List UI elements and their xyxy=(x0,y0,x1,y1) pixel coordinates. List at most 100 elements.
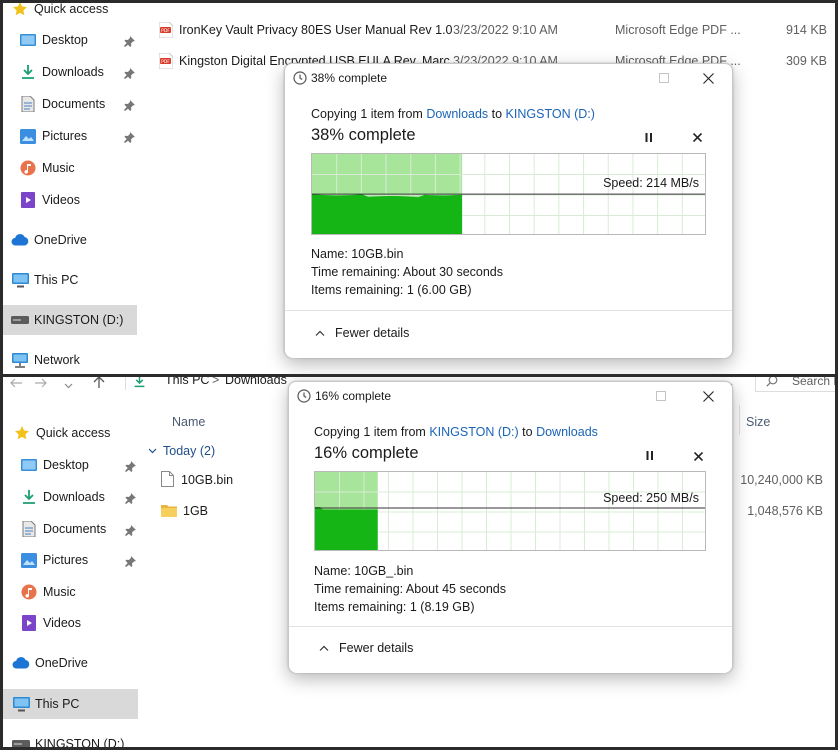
sidebar-item-label: KINGSTON (D:) xyxy=(34,313,124,327)
up-arrow-icon[interactable] xyxy=(93,377,105,391)
breadcrumb-this-pc[interactable]: This PC xyxy=(165,377,209,387)
fewer-details-toggle[interactable]: Fewer details xyxy=(315,326,409,340)
dialog-titlebar[interactable]: 38% complete xyxy=(285,64,732,92)
drive-icon xyxy=(11,311,29,329)
sidebar-item-label: Pictures xyxy=(42,129,88,143)
sidebar-item-label: Desktop xyxy=(43,458,89,472)
sidebar-item-videos[interactable]: Videos xyxy=(20,608,81,638)
sidebar-item-label: KINGSTON (D:) xyxy=(35,737,125,747)
speed-readout: Speed: 214 MB/s xyxy=(603,176,699,190)
group-header-today[interactable]: Today (2) xyxy=(148,444,215,458)
sidebar-item-music[interactable]: Music xyxy=(19,153,75,183)
sidebar-item-desktop[interactable]: Desktop xyxy=(20,450,89,480)
chevron-up-icon xyxy=(319,645,329,651)
file-row[interactable]: PDF IronKey Vault Privacy 80ES User Manu… xyxy=(158,19,835,41)
destination-link[interactable]: KINGSTON (D:) xyxy=(506,107,595,121)
breadcrumb-downloads[interactable]: Downloads xyxy=(225,377,287,387)
chevron-down-icon[interactable] xyxy=(64,378,73,392)
star-icon xyxy=(13,424,31,442)
sidebar-item-quick-access[interactable]: Quick access xyxy=(11,3,108,24)
videos-icon xyxy=(19,191,37,209)
download-icon xyxy=(19,63,37,81)
file-name: 1GB xyxy=(183,504,209,518)
sidebar-item-label: Music xyxy=(43,585,76,599)
copy-progress-dialog: 16% complete Copying 1 item from KINGSTO… xyxy=(288,381,733,673)
sidebar-item-documents[interactable]: Documents xyxy=(20,514,106,544)
destination-link[interactable]: Downloads xyxy=(536,425,598,439)
detail-time-remaining: Time remaining: About 45 seconds xyxy=(314,582,507,596)
svg-text:PDF: PDF xyxy=(161,28,170,34)
cloud-icon xyxy=(11,231,29,249)
copy-progress-dialog: 38% complete Copying 1 item from Downloa… xyxy=(284,63,733,358)
speed-history-area xyxy=(312,194,463,234)
pin-icon xyxy=(123,131,135,143)
fewer-details-label: Fewer details xyxy=(335,326,410,340)
close-button[interactable] xyxy=(688,64,728,92)
pin-icon xyxy=(124,460,136,472)
search-placeholder: Search D xyxy=(792,377,835,388)
file-size: 10,240,000 KB xyxy=(740,473,823,487)
sidebar-item-pictures[interactable]: Pictures xyxy=(19,121,87,151)
detail-name: Name: 10GB_.bin xyxy=(314,564,414,578)
dialog-footer: Fewer details xyxy=(285,310,732,358)
fewer-details-toggle[interactable]: Fewer details xyxy=(319,641,413,655)
sidebar-item-kingston[interactable]: KINGSTON (D:) xyxy=(12,729,124,747)
sidebar-item-quick-access[interactable]: Quick access xyxy=(13,418,110,448)
dialog-titlebar[interactable]: 16% complete xyxy=(289,382,732,410)
copy-mid: to xyxy=(488,107,506,121)
copy-prefix: Copying 1 item from xyxy=(314,425,430,439)
pause-button[interactable] xyxy=(639,127,659,147)
sidebar-item-downloads[interactable]: Downloads xyxy=(19,57,104,87)
sidebar-item-desktop[interactable]: Desktop xyxy=(19,25,88,55)
folder-icon xyxy=(161,504,177,520)
pause-button[interactable] xyxy=(640,445,660,465)
source-link[interactable]: Downloads xyxy=(426,107,488,121)
music-icon xyxy=(19,159,37,177)
pictures-icon xyxy=(20,551,38,569)
sidebar-item-onedrive[interactable]: OneDrive xyxy=(11,225,87,255)
forward-arrow-icon[interactable] xyxy=(34,377,48,391)
computer-icon xyxy=(12,695,30,713)
chevron-up-icon xyxy=(315,330,325,336)
sidebar-item-label: Pictures xyxy=(43,553,89,567)
dialog-title: 16% complete xyxy=(315,389,392,403)
sidebar-item-this-pc[interactable]: This PC xyxy=(3,689,138,719)
source-link[interactable]: KINGSTON (D:) xyxy=(429,425,518,439)
maximize-button[interactable] xyxy=(641,382,681,410)
dialog-title: 38% complete xyxy=(311,71,388,85)
column-divider xyxy=(739,405,740,435)
close-button[interactable] xyxy=(688,382,728,410)
sidebar-item-label: Network xyxy=(34,353,80,367)
computer-icon xyxy=(11,271,29,289)
detail-time-remaining: Time remaining: About 30 seconds xyxy=(311,265,504,279)
detail-items-remaining: Items remaining: 1 (6.00 GB) xyxy=(311,283,472,297)
pin-icon xyxy=(123,35,135,47)
network-icon xyxy=(11,351,29,369)
sidebar-item-music[interactable]: Music xyxy=(20,577,76,607)
speed-history-area xyxy=(315,507,378,550)
cancel-copy-button[interactable] xyxy=(688,446,708,466)
sidebar-item-onedrive[interactable]: OneDrive xyxy=(12,648,88,678)
maximize-button[interactable] xyxy=(644,64,684,92)
file-type: Microsoft Edge PDF ... xyxy=(615,23,741,37)
column-header-size[interactable]: Size xyxy=(746,415,770,429)
sidebar-item-downloads[interactable]: Downloads xyxy=(20,482,105,512)
sidebar-item-label: Documents xyxy=(43,522,107,536)
fewer-details-label: Fewer details xyxy=(339,641,414,655)
back-arrow-icon[interactable] xyxy=(9,377,23,391)
cancel-copy-button[interactable] xyxy=(687,127,707,147)
pdf-icon: PDF xyxy=(158,52,174,72)
sidebar-item-this-pc[interactable]: This PC xyxy=(11,265,78,295)
search-box[interactable]: Search D xyxy=(755,377,835,392)
sidebar-item-kingston[interactable]: KINGSTON (D:) xyxy=(3,305,137,335)
panel-divider xyxy=(0,374,838,377)
sidebar-item-videos[interactable]: Videos xyxy=(19,185,80,215)
column-header-name[interactable]: Name xyxy=(172,415,205,429)
speed-graph-svg xyxy=(312,154,705,234)
breadcrumb-separator: > xyxy=(212,377,220,387)
documents-icon xyxy=(20,520,38,538)
sidebar-item-documents[interactable]: Documents xyxy=(19,89,105,119)
pictures-icon xyxy=(19,127,37,145)
sidebar-item-pictures[interactable]: Pictures xyxy=(20,545,88,575)
sidebar-item-network[interactable]: Network xyxy=(11,345,80,374)
